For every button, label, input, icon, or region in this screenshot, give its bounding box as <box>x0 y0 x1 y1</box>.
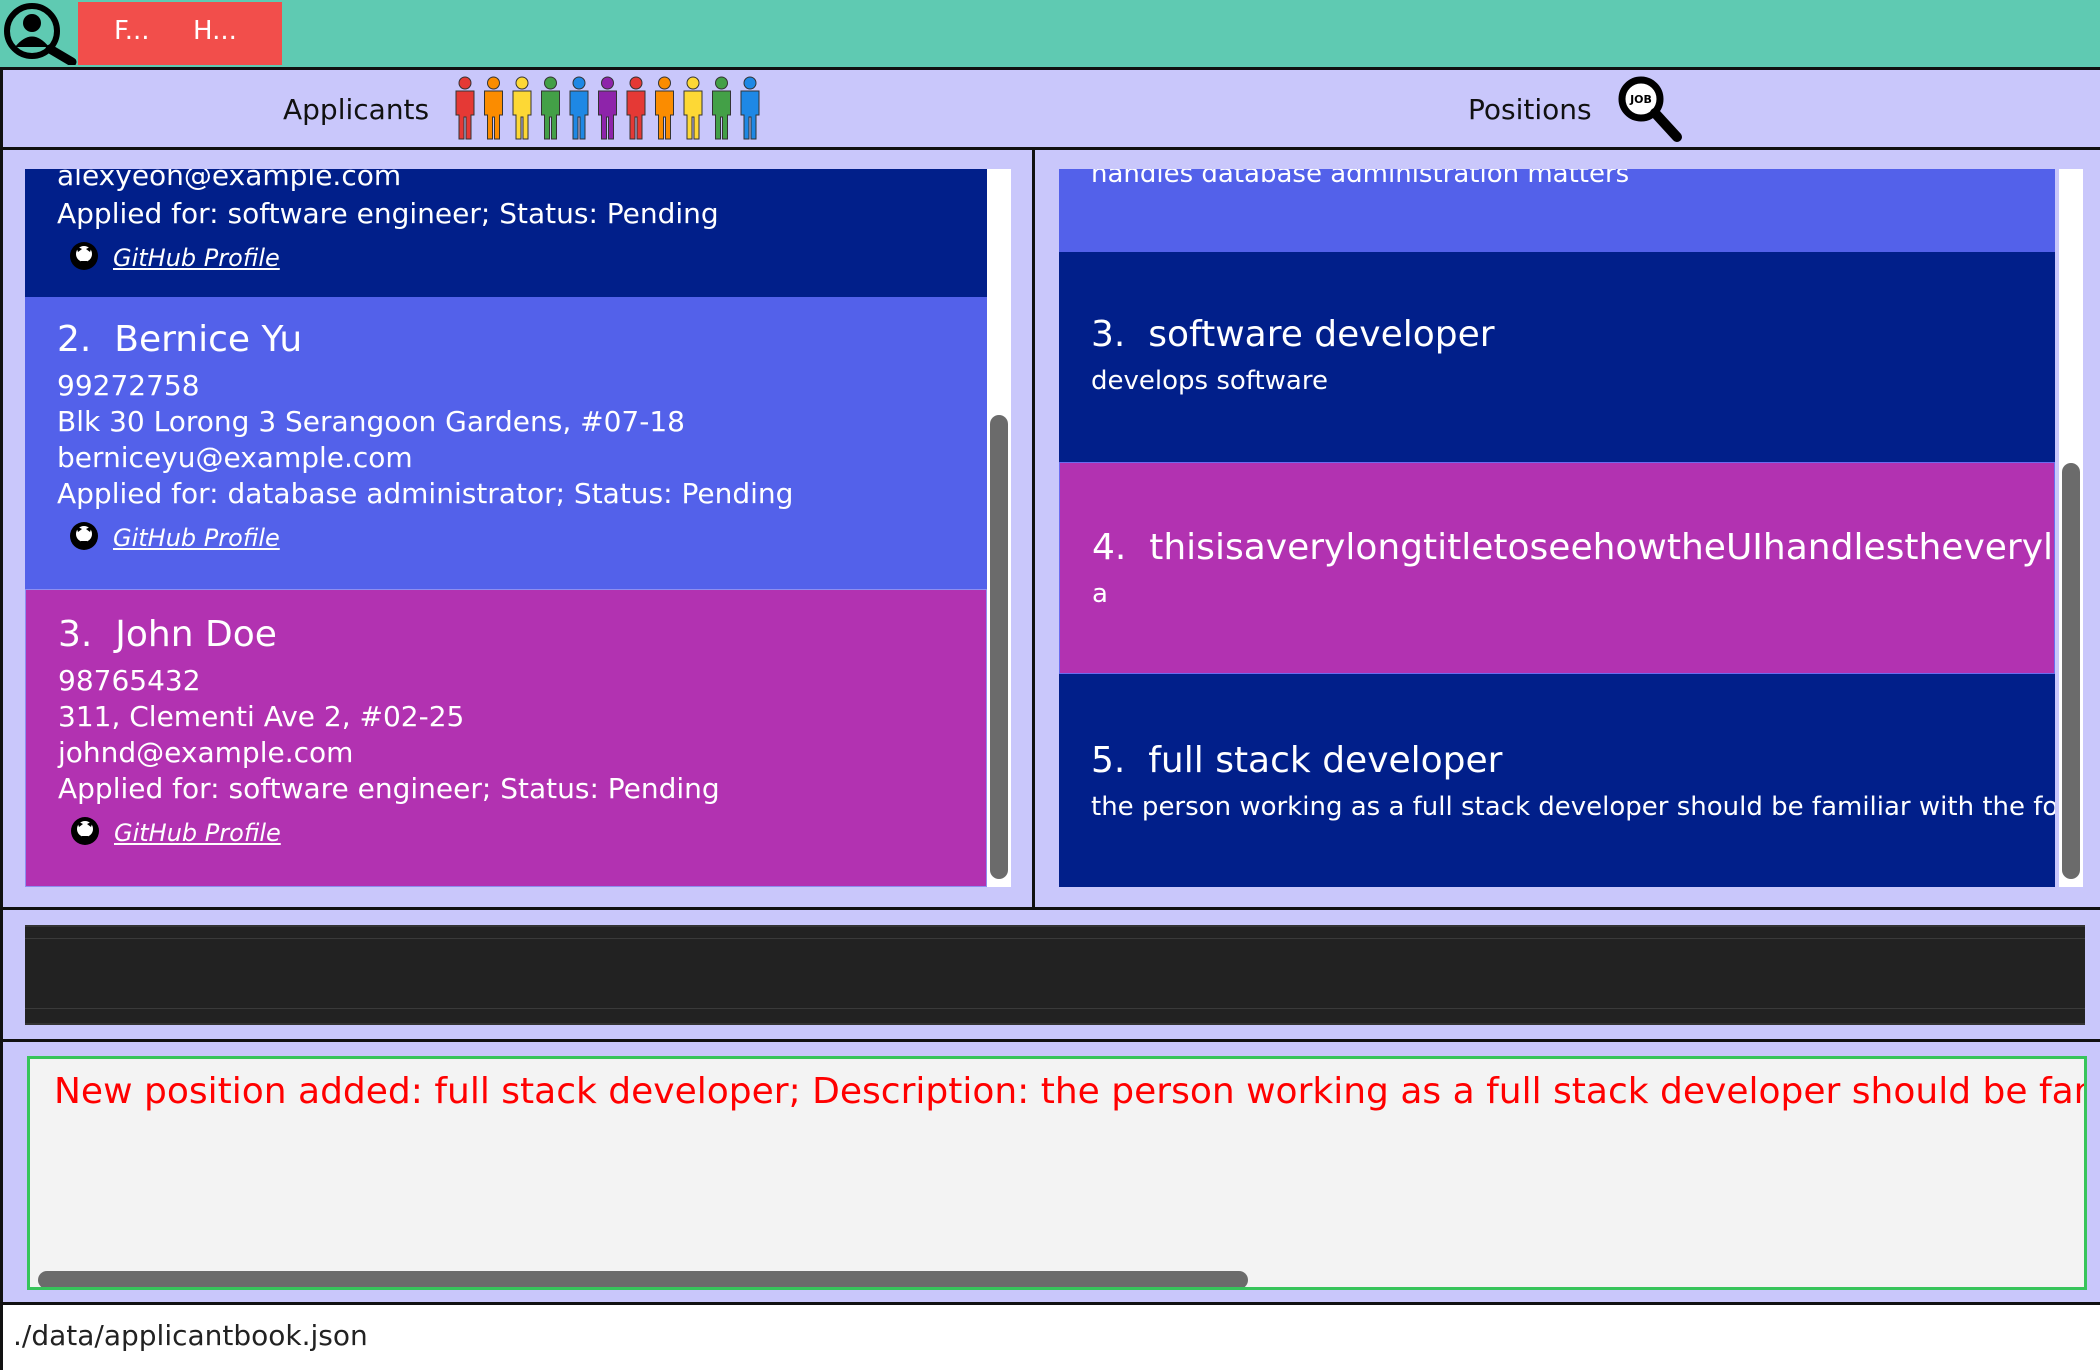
applicant-email: johnd@example.com <box>58 736 354 769</box>
applicant-phone: 99272758 <box>57 369 200 402</box>
applicant-card[interactable]: 3. John Doe 98765432 311, Clementi Ave 2… <box>25 589 987 887</box>
applicant-list-panel: alexyeoh@example.com Applied for: softwa… <box>0 150 1035 910</box>
position-list[interactable]: handles database administration matters … <box>1059 169 2055 887</box>
person-figure <box>541 76 560 140</box>
applicant-index: 3. <box>58 614 93 655</box>
github-icon <box>70 816 100 850</box>
status-bar: ./data/applicantbook.json <box>0 1305 2100 1370</box>
applicant-scrollbar[interactable] <box>987 169 1011 887</box>
applicant-name-row: 2. Bernice Yu <box>57 319 302 360</box>
position-title-row: 4. thisisaverylongtitletoseehowtheUIhand… <box>1092 527 2055 568</box>
applicant-card[interactable]: 2. Bernice Yu 99272758 Blk 30 Lorong 3 S… <box>25 297 987 589</box>
applicant-address: 311, Clementi Ave 2, #02-25 <box>58 700 465 733</box>
applicant-email: alexyeoh@example.com <box>57 169 402 192</box>
command-divider-bottom <box>25 1008 2085 1009</box>
applicant-scrollbar-thumb[interactable] <box>990 415 1008 879</box>
applicants-heading: Applicants <box>283 93 430 126</box>
result-message: New position added: full stack developer… <box>54 1071 2084 1112</box>
applicant-applied: Applied for: database administrator; Sta… <box>57 477 794 510</box>
position-title: full stack developer <box>1148 740 1503 781</box>
applicant-name-row: 3. John Doe <box>58 614 277 655</box>
position-card[interactable]: 5. full stack developer the person worki… <box>1059 674 2055 887</box>
position-description: develops software <box>1091 366 1328 396</box>
save-file-path: ./data/applicantbook.json <box>13 1319 368 1352</box>
result-area: New position added: full stack developer… <box>0 1042 2100 1305</box>
menu-group: F... H... <box>78 2 282 65</box>
person-figure <box>655 76 674 140</box>
github-icon <box>69 241 99 275</box>
applicant-applied: Applied for: software engineer; Status: … <box>57 197 719 230</box>
person-figure <box>512 76 532 140</box>
position-description: a <box>1092 579 1108 609</box>
person-figure <box>740 76 760 140</box>
panel-header: Applicants Positions JOB <box>0 67 2100 150</box>
person-figure <box>484 76 503 140</box>
person-figure <box>626 76 646 140</box>
applicant-email: berniceyu@example.com <box>57 441 413 474</box>
position-description: handles database administration matters <box>1091 169 1630 189</box>
github-icon <box>69 521 99 555</box>
applicant-phone: 98765432 <box>58 664 201 697</box>
result-display[interactable]: New position added: full stack developer… <box>27 1056 2087 1290</box>
github-profile-link[interactable]: GitHub Profile <box>113 524 280 552</box>
people-icon <box>453 74 783 148</box>
job-icon-text: JOB <box>1629 93 1652 106</box>
positions-heading: Positions <box>1468 93 1592 126</box>
menu-help[interactable]: H... <box>193 16 237 46</box>
command-divider-top <box>25 938 2085 939</box>
position-scrollbar[interactable] <box>2059 169 2083 887</box>
position-index: 4. <box>1092 527 1127 568</box>
position-description: the person working as a full stack devel… <box>1091 792 2055 822</box>
github-profile-link[interactable]: GitHub Profile <box>113 244 280 272</box>
position-title: thisisaverylongtitletoseehowtheUIhandles… <box>1149 527 2055 568</box>
person-figure <box>598 76 617 140</box>
position-title-row: 5. full stack developer <box>1091 740 1502 781</box>
applicant-card[interactable]: alexyeoh@example.com Applied for: softwa… <box>25 169 987 297</box>
result-horizontal-scrollbar[interactable] <box>38 1271 1248 1287</box>
menu-bar: F... H... <box>0 0 2100 67</box>
applicant-index: 2. <box>57 319 92 360</box>
person-figure <box>683 76 703 140</box>
position-index: 3. <box>1091 314 1126 355</box>
position-index: 5. <box>1091 740 1126 781</box>
command-area <box>0 910 2100 1042</box>
applicant-applied: Applied for: software engineer; Status: … <box>58 772 720 805</box>
position-card[interactable]: 4. thisisaverylongtitletoseehowtheUIhand… <box>1059 462 2055 674</box>
applicant-address: Blk 30 Lorong 3 Serangoon Gardens, #07-1… <box>57 405 685 438</box>
menu-file[interactable]: F... <box>114 16 150 46</box>
applicant-name: Bernice Yu <box>114 319 303 360</box>
person-figure <box>455 76 475 140</box>
command-input[interactable] <box>25 925 2085 1025</box>
position-title: software developer <box>1148 314 1495 355</box>
position-list-panel: handles database administration matters … <box>1032 150 2100 910</box>
github-row: GitHub Profile <box>69 241 280 275</box>
position-scrollbar-thumb[interactable] <box>2062 463 2080 879</box>
app-logo-icon <box>2 2 78 67</box>
applicant-list[interactable]: alexyeoh@example.com Applied for: softwa… <box>25 169 987 887</box>
github-row: GitHub Profile <box>70 816 281 850</box>
person-figure <box>569 76 589 140</box>
position-card[interactable]: handles database administration matters <box>1059 169 2055 252</box>
position-title-row: 3. software developer <box>1091 314 1495 355</box>
person-figure <box>712 76 731 140</box>
applicant-name: John Doe <box>115 614 277 655</box>
position-card[interactable]: 3. software developer develops software <box>1059 252 2055 462</box>
github-profile-link[interactable]: GitHub Profile <box>114 819 281 847</box>
github-row: GitHub Profile <box>69 521 280 555</box>
job-search-icon: JOB <box>1615 75 1685 149</box>
